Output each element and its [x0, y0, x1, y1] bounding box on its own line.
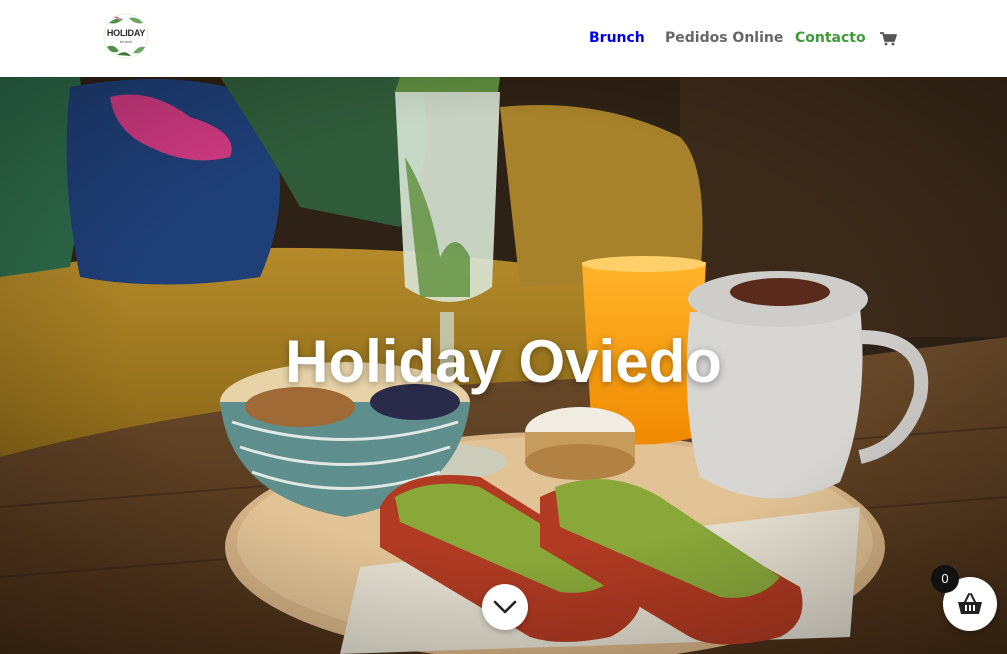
chevron-down-icon	[493, 600, 517, 614]
nav-link-contacto[interactable]: Contacto	[795, 30, 866, 46]
scroll-down-button[interactable]	[482, 584, 528, 630]
nav-item-brunch[interactable]: Brunch	[589, 28, 645, 48]
nav-link-pedidos-online[interactable]: Pedidos Online	[665, 30, 783, 46]
site-header: HOLIDAY brunch Brunch Pedidos Online Con…	[0, 0, 1007, 77]
site-logo[interactable]: HOLIDAY brunch	[103, 13, 149, 59]
hero-banner: Holiday Oviedo	[0, 77, 1007, 654]
nav-item-contacto[interactable]: Contacto	[795, 28, 866, 48]
cart-count-badge: 0	[931, 565, 959, 593]
logo-subtext: brunch	[119, 39, 133, 44]
nav-item-pedidos-online[interactable]: Pedidos Online	[665, 28, 783, 48]
logo-text: HOLIDAY	[106, 28, 146, 38]
hero-title: Holiday Oviedo	[285, 328, 722, 395]
cart-icon[interactable]	[880, 31, 897, 46]
basket-icon	[958, 593, 982, 614]
nav-link-brunch[interactable]: Brunch	[589, 30, 645, 46]
